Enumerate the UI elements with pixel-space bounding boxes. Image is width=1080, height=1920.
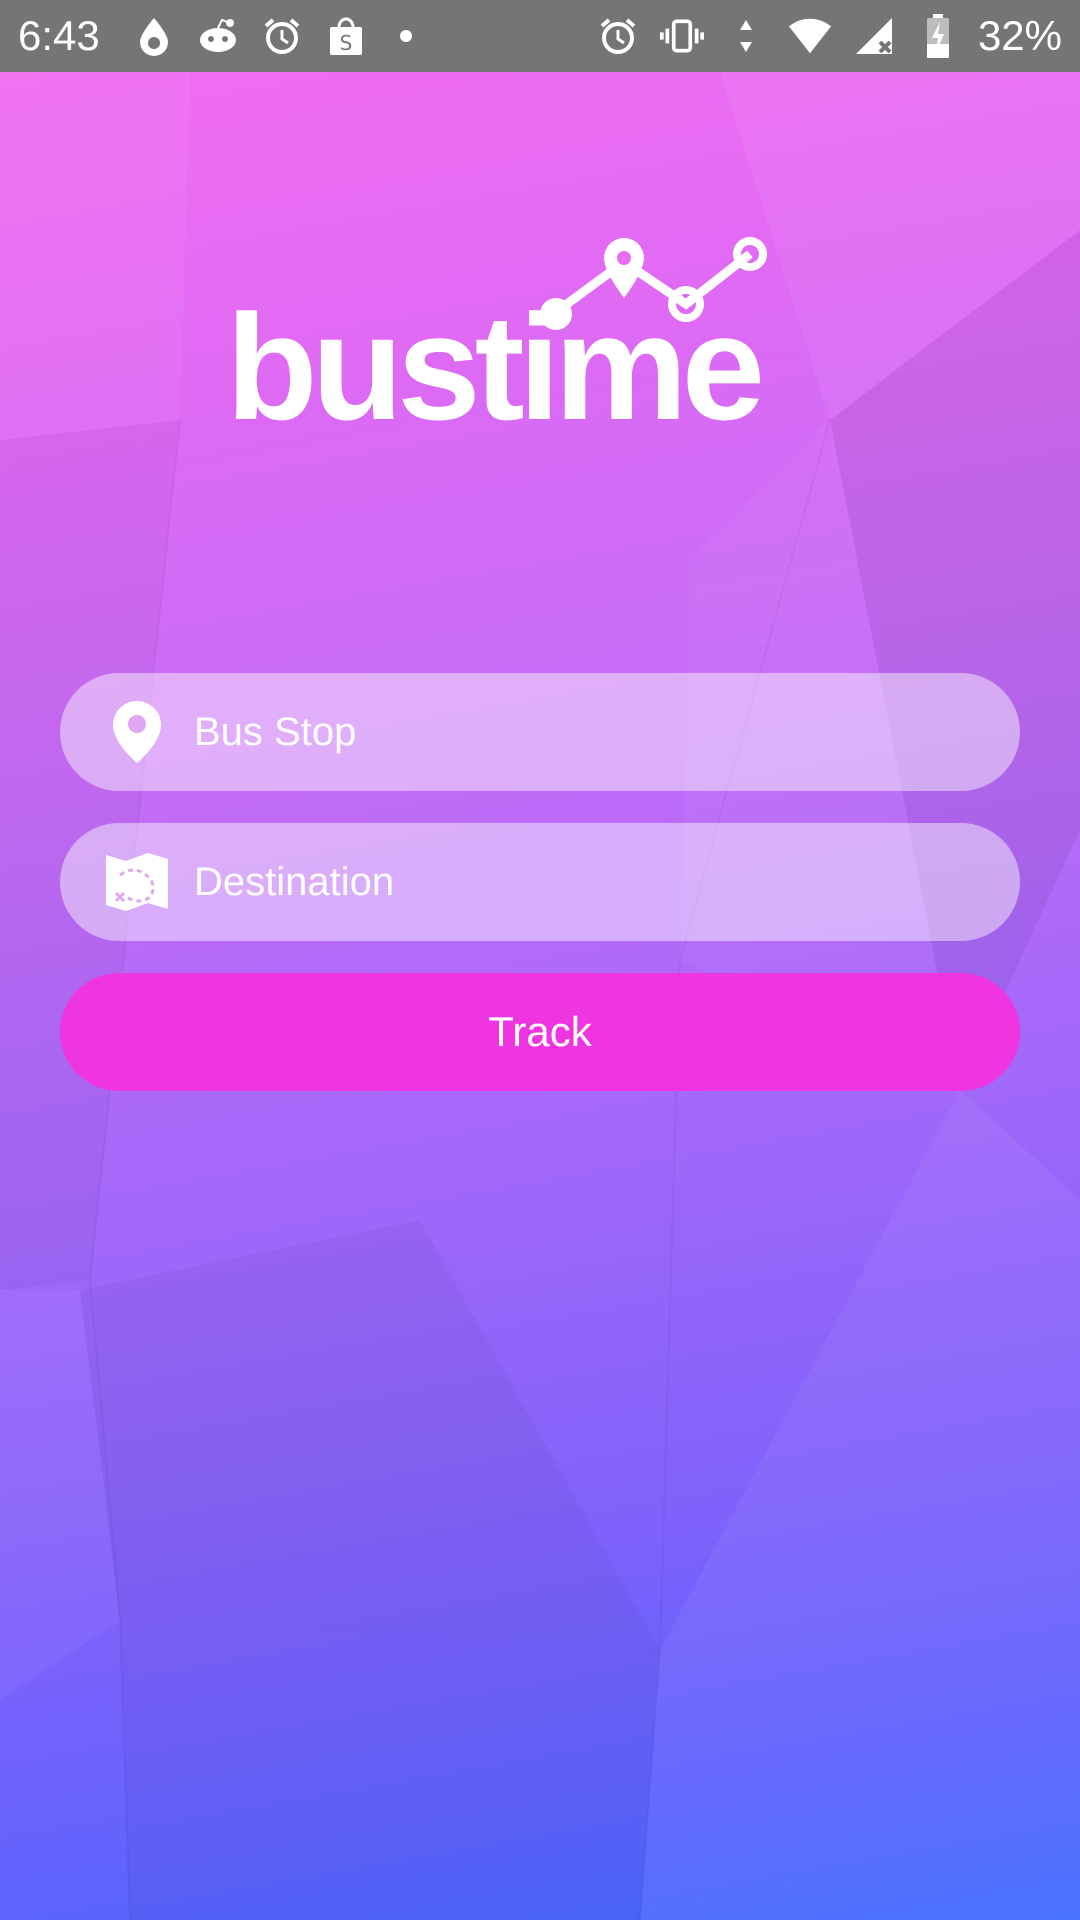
wifi-icon: [788, 14, 832, 58]
location-pin-icon: [104, 699, 170, 765]
data-arrows-icon: [724, 14, 768, 58]
status-bar-left: 6:43 S: [18, 0, 434, 72]
logo-wordmark: bustime: [226, 283, 765, 451]
status-bar-right: 32%: [586, 0, 1062, 72]
signal-icon: [852, 14, 896, 58]
battery-charging-icon: [916, 14, 960, 58]
app-screen: 6:43 S 32% bustime Bus Stop Destination …: [0, 0, 1080, 1920]
drop-icon: [132, 14, 176, 58]
notification-dot: [399, 30, 412, 42]
battery-percent: 32%: [977, 12, 1062, 59]
svg-text:S: S: [339, 31, 352, 55]
track-button[interactable]: Track: [60, 973, 1020, 1091]
alarm-icon: [260, 14, 304, 58]
bus-stop-field[interactable]: [60, 673, 1020, 791]
map-icon: [104, 849, 170, 915]
vibrate-icon: [659, 14, 704, 58]
status-time: 6:43: [18, 12, 100, 59]
alarm-icon: [596, 14, 640, 58]
status-bar: 6:43 S 32%: [0, 0, 1080, 72]
app-logo: bustime: [226, 232, 806, 442]
destination-field[interactable]: [60, 823, 1020, 941]
bus-stop-input[interactable]: [194, 673, 1020, 791]
destination-input[interactable]: [194, 823, 1020, 941]
shopping-bag-icon: S: [324, 14, 368, 58]
reddit-icon: [196, 14, 240, 58]
